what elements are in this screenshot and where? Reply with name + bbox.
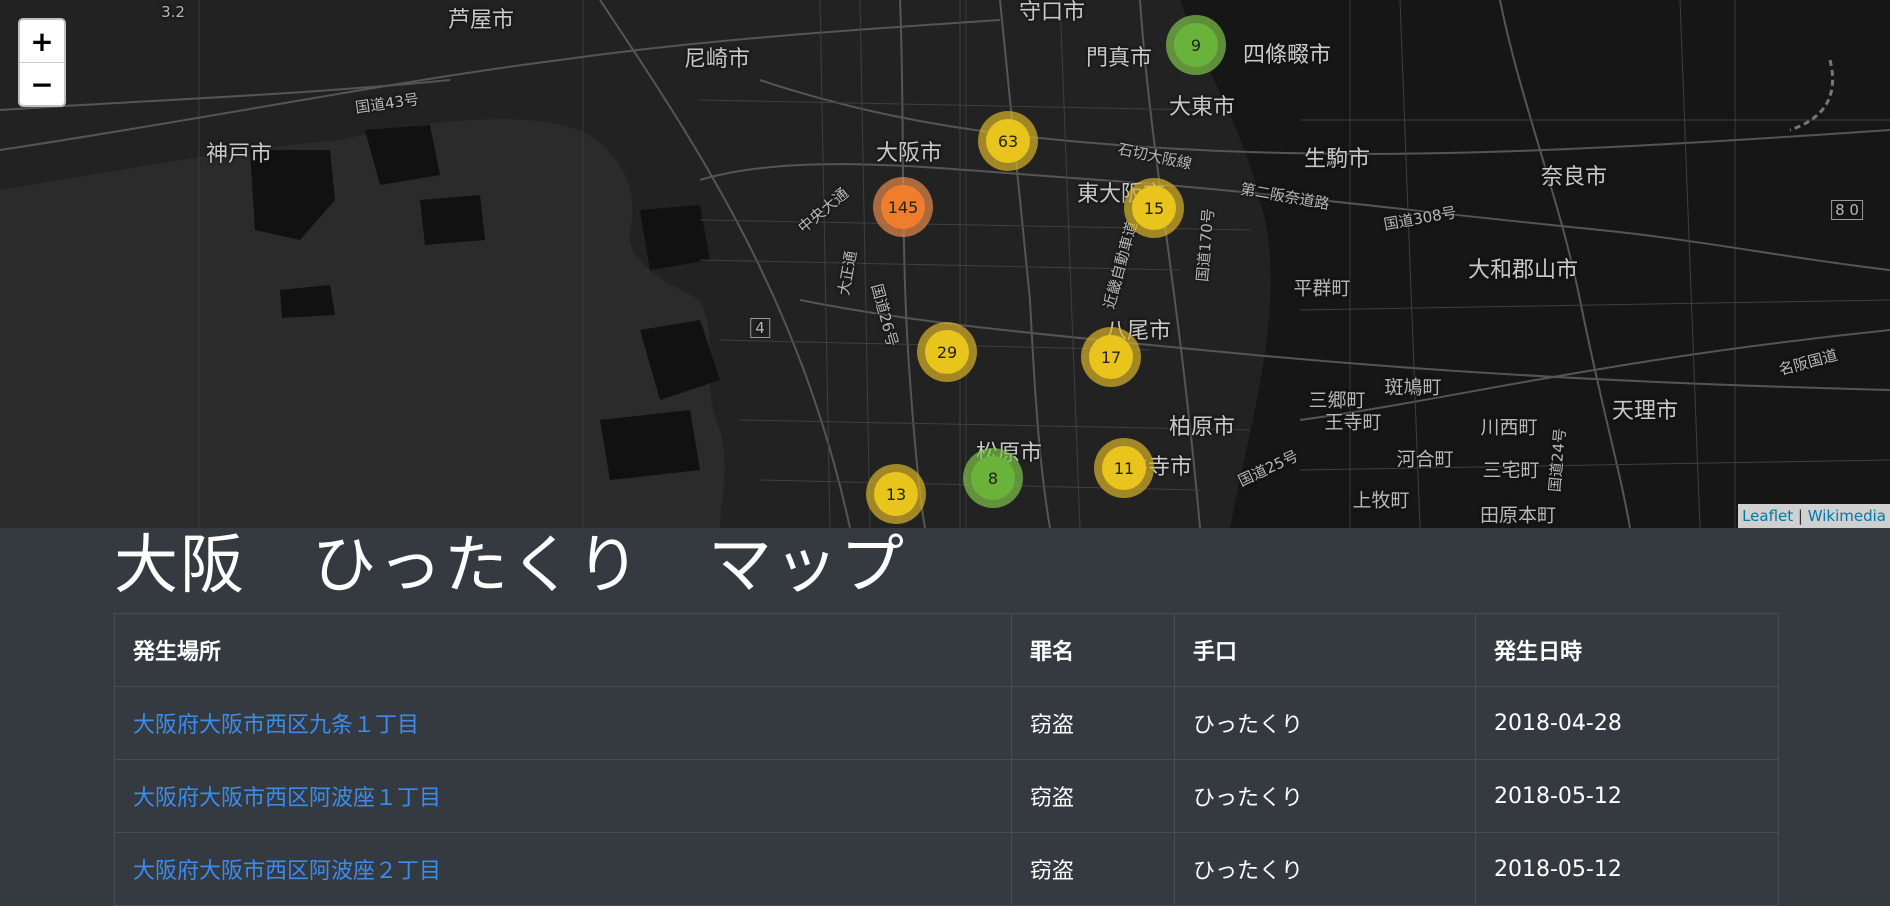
route-shield-80: 8 0 bbox=[1831, 200, 1863, 220]
cell-date: 2018-05-12 bbox=[1475, 832, 1779, 906]
place-label-tawaramoto: 田原本町 bbox=[1479, 504, 1557, 527]
place-label-heguri: 平群町 bbox=[1293, 277, 1351, 300]
cluster-count: 8 bbox=[971, 456, 1015, 500]
place-label-daito: 大東市 bbox=[1168, 95, 1236, 120]
cluster-count: 11 bbox=[1102, 446, 1146, 490]
cluster-count: 9 bbox=[1174, 23, 1218, 67]
cell-method: ひったくり bbox=[1174, 832, 1476, 906]
place-label-osaka: 大阪市 bbox=[875, 141, 943, 166]
zoom-control: + − bbox=[18, 18, 66, 107]
cluster-count: 17 bbox=[1089, 335, 1133, 379]
map-attribution: Leaflet | Wikimedia bbox=[1738, 504, 1890, 528]
cluster-marker[interactable]: 29 bbox=[917, 322, 977, 382]
cell-place: 大阪府大阪市西区九条１丁目 bbox=[114, 686, 1012, 760]
place-label-shijonawate: 四條畷市 bbox=[1242, 43, 1332, 68]
cell-place: 大阪府大阪市西区阿波座１丁目 bbox=[114, 759, 1012, 833]
wikimedia-link[interactable]: Wikimedia bbox=[1808, 507, 1886, 525]
column-header-place: 発生場所 bbox=[114, 613, 1012, 687]
cluster-marker[interactable]: 9 bbox=[1166, 15, 1226, 75]
place-label-moriguchi: 守口市 bbox=[1018, 0, 1086, 25]
cell-crime: 窃盗 bbox=[1011, 832, 1175, 906]
cluster-count: 63 bbox=[986, 119, 1030, 163]
column-header-crime: 罪名 bbox=[1011, 613, 1175, 687]
cluster-marker[interactable]: 145 bbox=[873, 177, 933, 237]
cluster-marker[interactable]: 15 bbox=[1124, 178, 1184, 238]
place-label-oji: 王寺町 bbox=[1324, 411, 1382, 434]
route-shield-4: 4 bbox=[750, 318, 770, 338]
cluster-marker[interactable]: 8 bbox=[963, 448, 1023, 508]
place-label-nara: 奈良市 bbox=[1540, 165, 1608, 190]
cluster-marker[interactable]: 11 bbox=[1094, 438, 1154, 498]
leaflet-link[interactable]: Leaflet bbox=[1742, 507, 1793, 525]
cell-method: ひったくり bbox=[1174, 759, 1476, 833]
place-label-ashiya: 芦屋市 bbox=[447, 8, 515, 33]
place-label-tenri: 天理市 bbox=[1611, 399, 1679, 424]
table-header-row: 発生場所 罪名 手口 発生日時 bbox=[114, 613, 1779, 687]
place-label-ikaruga: 斑鳩町 bbox=[1384, 376, 1442, 399]
cell-crime: 窃盗 bbox=[1011, 686, 1175, 760]
column-header-date: 発生日時 bbox=[1475, 613, 1779, 687]
place-label-yamatokoriyama: 大和郡山市 bbox=[1467, 258, 1579, 283]
table-row: 大阪府大阪市西区九条１丁目 窃盗 ひったくり 2018-04-28 bbox=[114, 686, 1779, 760]
cell-place: 大阪府大阪市西区阿波座２丁目 bbox=[114, 832, 1012, 906]
attribution-separator: | bbox=[1793, 507, 1808, 525]
place-link[interactable]: 大阪府大阪市西区阿波座１丁目 bbox=[133, 786, 441, 811]
cluster-marker[interactable]: 13 bbox=[866, 464, 926, 524]
zoom-out-button[interactable]: − bbox=[20, 62, 64, 105]
route-shield-32: 3.2 bbox=[161, 3, 185, 21]
incident-table: 発生場所 罪名 手口 発生日時 大阪府大阪市西区九条１丁目 窃盗 ひったくり 2… bbox=[114, 613, 1779, 906]
place-label-amagasaki: 尼崎市 bbox=[683, 47, 751, 72]
table-row: 大阪府大阪市西区阿波座２丁目 窃盗 ひったくり 2018-05-12 bbox=[114, 832, 1779, 906]
map-container[interactable]: 芦屋市 尼崎市 守口市 門真市 四條畷市 大東市 神戸市 大阪市 東大阪市 生駒… bbox=[0, 0, 1890, 528]
cell-date: 2018-04-28 bbox=[1475, 686, 1779, 760]
cluster-count: 29 bbox=[925, 330, 969, 374]
place-label-miyake: 三宅町 bbox=[1482, 459, 1540, 482]
column-header-method: 手口 bbox=[1174, 613, 1476, 687]
cluster-count: 15 bbox=[1132, 186, 1176, 230]
zoom-in-button[interactable]: + bbox=[20, 20, 64, 62]
place-label-kadoma: 門真市 bbox=[1085, 46, 1153, 71]
cluster-marker[interactable]: 17 bbox=[1081, 327, 1141, 387]
cluster-marker[interactable]: 63 bbox=[978, 111, 1038, 171]
cell-crime: 窃盗 bbox=[1011, 759, 1175, 833]
table-row: 大阪府大阪市西区阿波座１丁目 窃盗 ひったくり 2018-05-12 bbox=[114, 759, 1779, 833]
cell-date: 2018-05-12 bbox=[1475, 759, 1779, 833]
cell-method: ひったくり bbox=[1174, 686, 1476, 760]
place-label-kanmaki: 上牧町 bbox=[1352, 489, 1410, 512]
place-label-ikoma: 生駒市 bbox=[1303, 147, 1371, 172]
place-label-kashiwara: 柏原市 bbox=[1168, 415, 1236, 440]
place-link[interactable]: 大阪府大阪市西区九条１丁目 bbox=[133, 713, 419, 738]
map-basemap bbox=[0, 0, 1890, 528]
place-label-kawai: 河合町 bbox=[1396, 448, 1454, 471]
cluster-count: 13 bbox=[874, 472, 918, 516]
page-title: 大阪 ひったくり マップ bbox=[114, 529, 906, 603]
place-label-kawanishi: 川西町 bbox=[1480, 416, 1538, 439]
cluster-count: 145 bbox=[881, 185, 925, 229]
place-link[interactable]: 大阪府大阪市西区阿波座２丁目 bbox=[133, 859, 441, 884]
place-label-kobe: 神戸市 bbox=[205, 142, 273, 167]
